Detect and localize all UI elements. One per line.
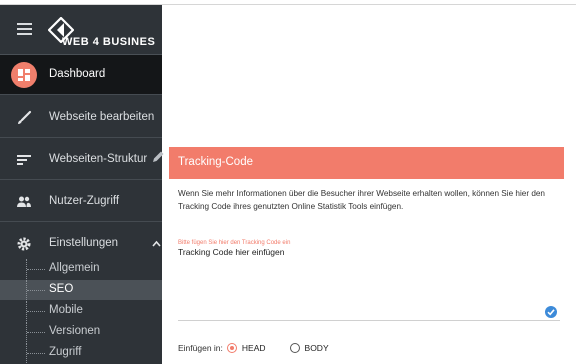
sidebar-item-webseiten-struktur[interactable]: Webseiten-Struktur: [0, 140, 162, 180]
panel-header: Tracking-Code: [169, 147, 564, 179]
pencil-icon[interactable]: [151, 150, 165, 164]
tree-connector: [26, 343, 46, 363]
submenu-item-label: Zugriff: [49, 346, 82, 358]
sidebar-item-label: Webseiten-Struktur: [49, 153, 148, 165]
submenu-item-label: Mobile: [49, 304, 83, 316]
sidebar: WEB 4 BUSINES Dashboard Webseite bearbei…: [0, 5, 162, 364]
submenu-item-label: Versionen: [49, 325, 101, 337]
tree-connector: [26, 301, 46, 321]
sidebar-item-label: Nutzer-Zugriff: [49, 195, 120, 207]
submenu-item-label: SEO: [49, 283, 74, 295]
sidebar-item-label: Webseite bearbeiten: [49, 111, 155, 123]
radio-head-label: HEAD: [241, 343, 266, 353]
submenu-item-allgemein[interactable]: Allgemein: [0, 259, 162, 279]
sidebar-header: WEB 4 BUSINES: [0, 5, 162, 55]
submenu-item-versionen[interactable]: Versionen: [0, 322, 162, 342]
submenu-item-mobile[interactable]: Mobile: [0, 301, 162, 321]
sidebar-item-webseite-bearbeiten[interactable]: Webseite bearbeiten: [0, 98, 162, 138]
brush-icon: [18, 110, 32, 124]
hamburger-menu-icon[interactable]: [17, 23, 32, 35]
sidebar-item-dashboard[interactable]: Dashboard: [0, 55, 162, 95]
tree-connector: [26, 280, 46, 300]
submenu-item-label: Allgemein: [49, 262, 100, 274]
tree-connector: [26, 322, 46, 342]
tracking-code-panel: Tracking-Code Wenn Sie mehr Informatione…: [169, 147, 564, 364]
chevron-up-icon[interactable]: [152, 240, 161, 247]
dashboard-icon: [18, 69, 30, 81]
tracking-code-field-label: Bitte fügen Sie hier den Tracking Code e…: [178, 240, 291, 246]
brand-logo-text: WEB 4 BUSINES: [62, 36, 156, 48]
sidebar-item-einstellungen[interactable]: Einstellungen: [0, 224, 162, 264]
tree-connector: [26, 259, 46, 279]
structure-icon: [17, 155, 31, 165]
panel-description: Wenn Sie mehr Informationen über die Bes…: [178, 189, 545, 211]
tracking-code-input[interactable]: Tracking Code hier einfügen: [178, 247, 560, 321]
sidebar-item-nutzer-zugriff[interactable]: Nutzer-Zugriff: [0, 182, 162, 222]
radio-head[interactable]: [226, 343, 237, 353]
insert-location-group: Einfügen in: HEAD BODY: [178, 341, 353, 355]
sidebar-item-label: Dashboard: [49, 68, 106, 80]
radio-body[interactable]: [289, 343, 300, 353]
users-icon: [17, 196, 31, 207]
submenu-item-zugriff[interactable]: Zugriff: [0, 343, 162, 363]
sidebar-item-label: Einstellungen: [49, 237, 119, 249]
gear-icon: [17, 237, 31, 251]
panel-title: Tracking-Code: [178, 156, 253, 168]
insert-location-label: Einfügen in:: [178, 343, 223, 353]
check-icon: [545, 306, 557, 318]
submenu-item-seo[interactable]: SEO: [0, 280, 162, 300]
radio-body-label: BODY: [304, 343, 329, 353]
